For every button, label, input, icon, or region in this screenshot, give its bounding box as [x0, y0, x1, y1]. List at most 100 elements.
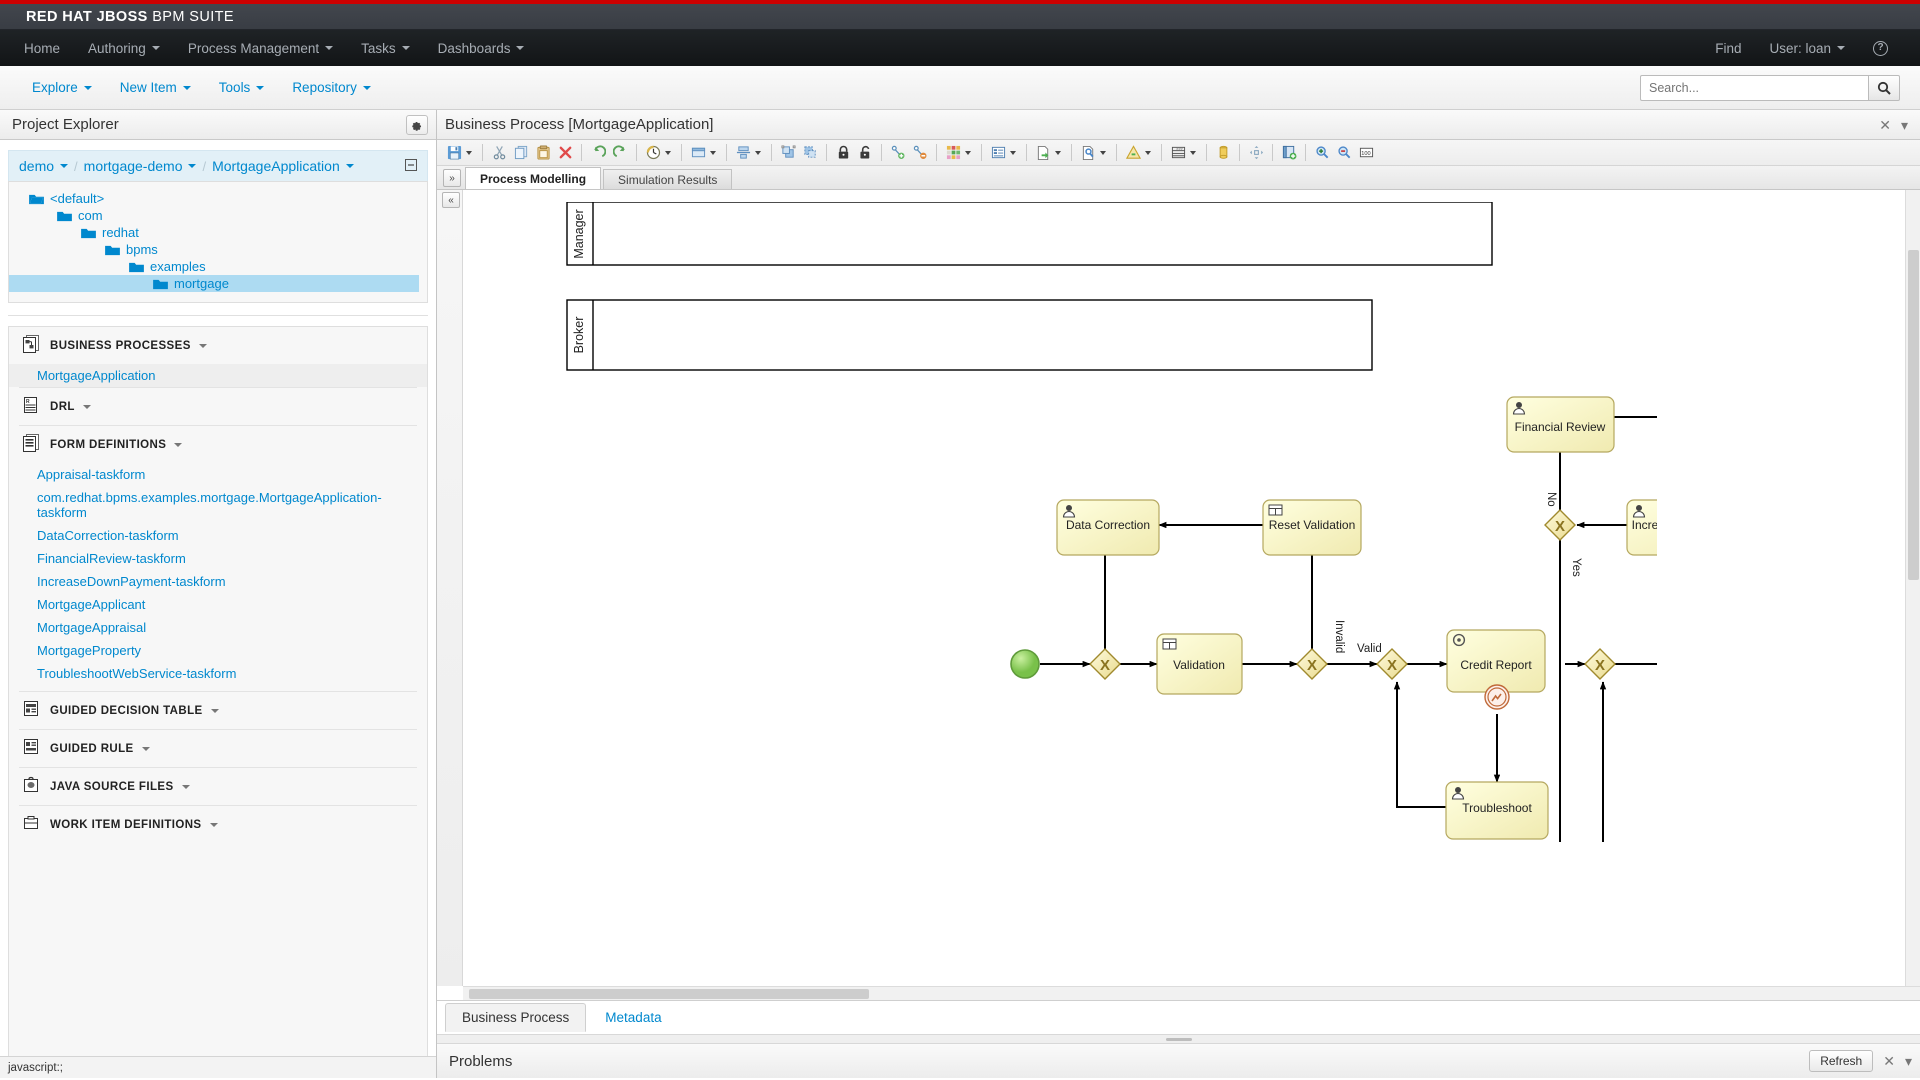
chevron-down-icon[interactable] — [1010, 151, 1016, 155]
generate-task-form-icon[interactable] — [1077, 142, 1099, 164]
align-window-icon[interactable] — [687, 142, 709, 164]
breadcrumb-item-project[interactable]: MortgageApplication — [212, 158, 354, 174]
chevron-down-icon[interactable] — [710, 151, 716, 155]
chevron-down-icon[interactable] — [755, 151, 761, 155]
save-icon[interactable] — [443, 142, 465, 164]
nav-item-home[interactable]: Home — [10, 30, 74, 66]
nav-item-find[interactable]: Find — [1701, 30, 1755, 66]
node-task-increase-down-payment[interactable]: Increase Down Payment — [1627, 500, 1657, 555]
section-header-business-processes[interactable]: BUSINESS PROCESSES — [9, 327, 427, 364]
send-to-back-icon[interactable] — [799, 142, 821, 164]
asset-item-appraisal-taskform[interactable]: Appraisal-taskform — [9, 463, 427, 486]
redo-icon[interactable] — [609, 142, 631, 164]
tree-node-examples[interactable]: examples — [9, 258, 427, 275]
search-input[interactable] — [1640, 75, 1868, 101]
lane-manager[interactable]: Manager — [567, 202, 1492, 265]
section-header-java-source-files[interactable]: JAVA SOURCE FILES — [9, 768, 427, 805]
add-dictionary-icon[interactable] — [1278, 142, 1300, 164]
node-task-credit-report[interactable]: Credit Report — [1447, 630, 1545, 692]
node-gateway-4[interactable]: X — [1585, 649, 1615, 679]
nav-item-user-menu[interactable]: User: loan — [1755, 30, 1859, 66]
expand-palette-icon[interactable]: « — [442, 192, 460, 208]
history-icon[interactable] — [642, 142, 664, 164]
scrollbar-thumb[interactable] — [1908, 250, 1919, 580]
section-header-form-definitions[interactable]: FORM DEFINITIONS — [9, 426, 427, 463]
zoom-reset-icon[interactable]: 100 — [1355, 142, 1377, 164]
unlock-icon[interactable] — [854, 142, 876, 164]
view-source-icon[interactable]: >>> — [1167, 142, 1189, 164]
lock-icon[interactable] — [832, 142, 854, 164]
chevron-down-icon[interactable] — [965, 151, 971, 155]
diagram-canvas-area[interactable]: « — [437, 190, 1920, 1000]
node-task-reset-validation[interactable]: Reset Validation — [1263, 500, 1361, 555]
refresh-button[interactable]: Refresh — [1809, 1050, 1873, 1072]
tree-node-bpms[interactable]: bpms — [9, 241, 427, 258]
scrollbar-thumb[interactable] — [469, 989, 869, 999]
subnav-explore[interactable]: Explore — [18, 80, 106, 95]
tab-simulation-results[interactable]: Simulation Results — [603, 169, 732, 189]
chevron-down-icon[interactable] — [1055, 151, 1061, 155]
breadcrumb-item-organization[interactable]: demo — [19, 158, 68, 174]
remove-docker-icon[interactable] — [909, 142, 931, 164]
bottom-tab-business-process[interactable]: Business Process — [445, 1003, 586, 1032]
asset-item-mortgageproperty[interactable]: MortgageProperty — [9, 639, 427, 662]
explorer-settings-button[interactable] — [406, 115, 428, 135]
canvas-horizontal-scrollbar[interactable] — [463, 986, 1920, 1000]
zoom-out-icon[interactable] — [1333, 142, 1355, 164]
breadcrumb-item-repository[interactable]: mortgage-demo — [84, 158, 197, 174]
node-task-financial-review[interactable]: Financial Review — [1507, 397, 1614, 452]
asset-item-mortgageapplication[interactable]: MortgageApplication — [9, 364, 427, 387]
copy-icon[interactable] — [510, 142, 532, 164]
zoom-in-icon[interactable] — [1311, 142, 1333, 164]
chevron-down-icon[interactable] — [665, 151, 671, 155]
export-icon[interactable] — [1032, 142, 1054, 164]
chevron-down-icon[interactable] — [466, 151, 472, 155]
close-icon[interactable]: ✕ — [1879, 118, 1891, 132]
node-gateway-2[interactable]: X — [1297, 649, 1327, 679]
asset-item-increasedownpayment-taskform[interactable]: IncreaseDownPayment-taskform — [9, 570, 427, 593]
node-task-troubleshoot[interactable]: Troubleshoot — [1446, 782, 1548, 839]
asset-item-datacorrection-taskform[interactable]: DataCorrection-taskform — [9, 524, 427, 547]
close-icon[interactable]: ✕ — [1883, 1054, 1895, 1068]
asset-item-troubleshootwebservice-taskform[interactable]: TroubleshootWebService-taskform — [9, 662, 427, 685]
lane-broker[interactable]: Broker — [567, 300, 1372, 370]
chevron-down-icon[interactable]: ▾ — [1905, 1054, 1912, 1068]
undo-icon[interactable] — [587, 142, 609, 164]
chevron-down-icon[interactable] — [1190, 151, 1196, 155]
deploy-icon[interactable] — [1212, 142, 1234, 164]
node-gateway-6[interactable]: X — [1545, 510, 1575, 540]
node-gateway-1[interactable]: X — [1090, 649, 1120, 679]
nav-item-help[interactable]: ? — [1859, 30, 1902, 66]
section-header-guided-rule[interactable]: GUIDED RULE — [9, 730, 427, 767]
node-task-data-correction[interactable]: Data Correction — [1057, 500, 1159, 555]
add-docker-icon[interactable] — [887, 142, 909, 164]
bpmn-process-diagram[interactable]: Manager Broker — [557, 202, 1657, 842]
asset-item-mortgageapplication-taskform[interactable]: com.redhat.bpms.examples.mortgage.Mortga… — [9, 486, 427, 524]
panel-splitter[interactable] — [437, 1034, 1920, 1044]
node-error-boundary-event[interactable] — [1485, 685, 1509, 709]
node-start-event[interactable] — [1011, 650, 1039, 678]
tree-node-com[interactable]: com — [9, 207, 427, 224]
bring-to-front-icon[interactable] — [777, 142, 799, 164]
expand-right-icon[interactable]: » — [443, 169, 461, 187]
node-task-validation[interactable]: Validation — [1157, 634, 1242, 694]
search-button[interactable] — [1868, 75, 1900, 101]
tree-node-default[interactable]: <default> — [9, 190, 427, 207]
asset-item-financialreview-taskform[interactable]: FinancialReview-taskform — [9, 547, 427, 570]
color-palette-icon[interactable] — [942, 142, 964, 164]
asset-item-mortgageappraisal[interactable]: MortgageAppraisal — [9, 616, 427, 639]
section-header-drl[interactable]: R DRL — [9, 388, 427, 425]
asset-item-mortgageapplicant[interactable]: MortgageApplicant — [9, 593, 427, 616]
bottom-tab-metadata[interactable]: Metadata — [588, 1003, 678, 1032]
chevron-down-icon[interactable] — [1100, 151, 1106, 155]
subnav-new-item[interactable]: New Item — [106, 80, 205, 95]
validate-icon[interactable] — [1122, 142, 1144, 164]
tab-process-modelling[interactable]: Process Modelling — [465, 167, 601, 189]
subnav-repository[interactable]: Repository — [278, 80, 385, 95]
tree-node-redhat[interactable]: redhat — [9, 224, 427, 241]
canvas-vertical-scrollbar[interactable] — [1905, 190, 1920, 986]
nav-item-authoring[interactable]: Authoring — [74, 30, 174, 66]
section-header-work-item-definitions[interactable]: WORK ITEM DEFINITIONS — [9, 806, 427, 843]
cut-icon[interactable] — [488, 142, 510, 164]
tree-collapse-button[interactable] — [405, 159, 417, 174]
